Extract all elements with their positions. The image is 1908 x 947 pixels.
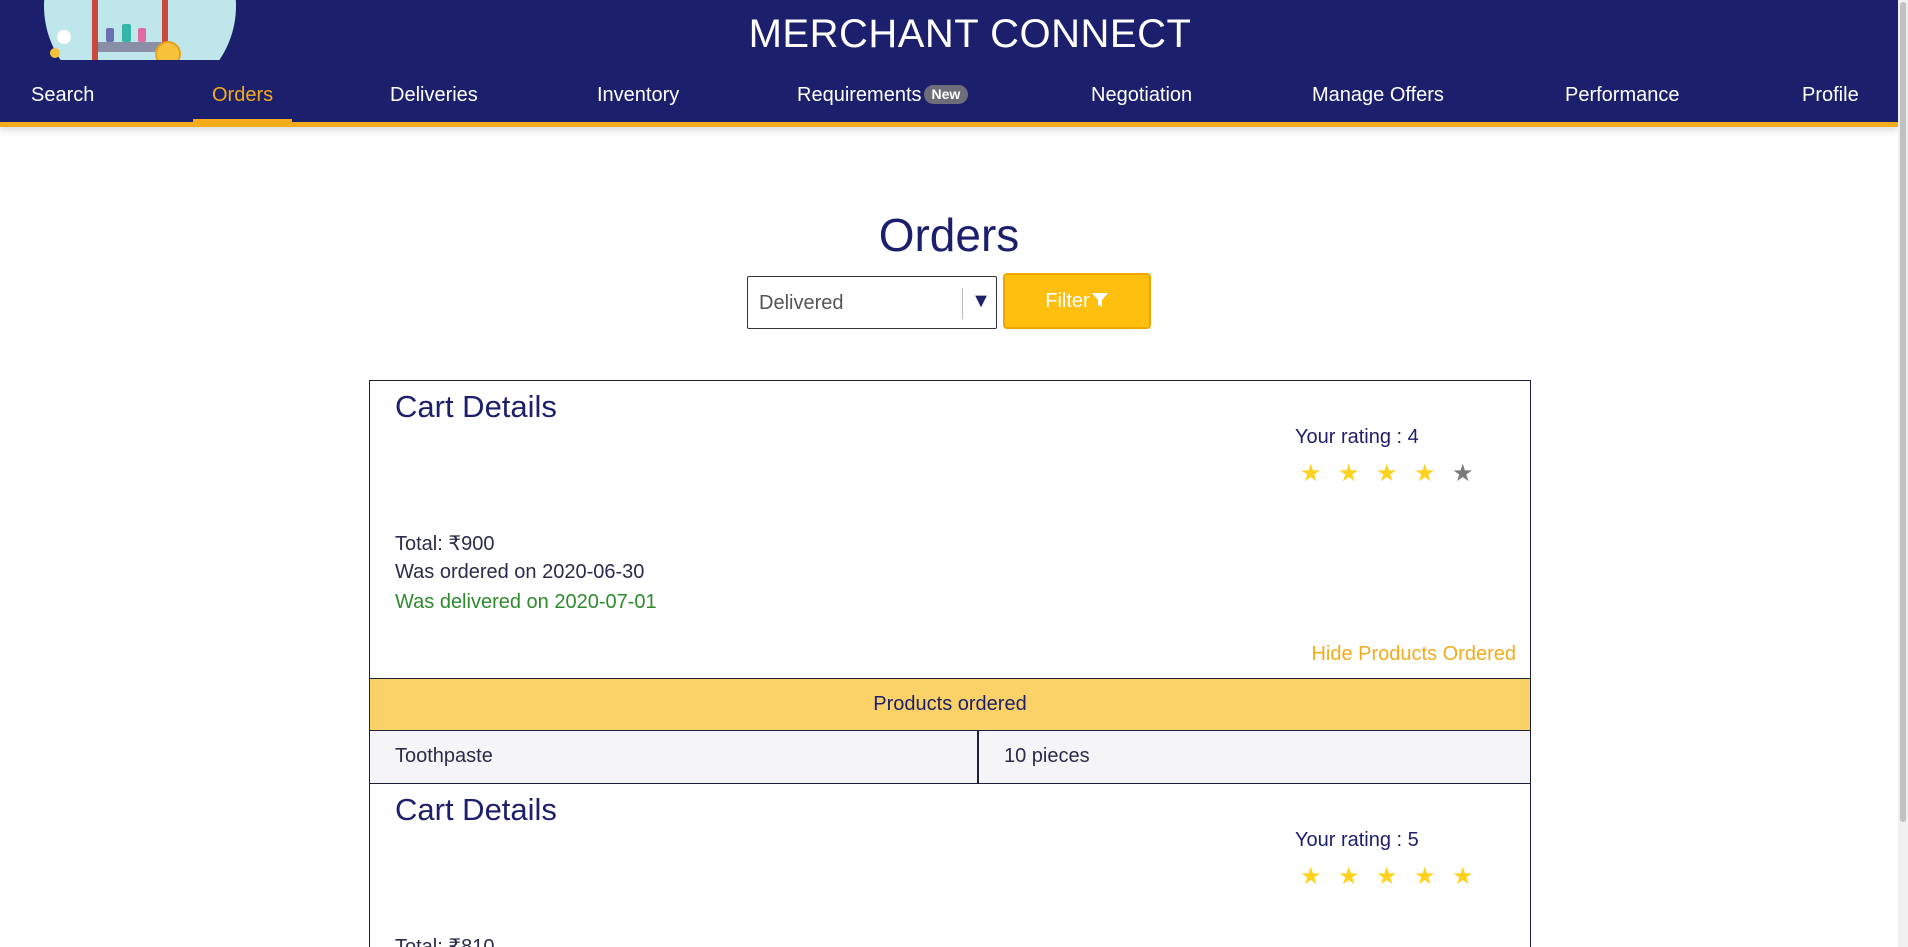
nav-profile[interactable]: Profile — [1802, 80, 1859, 120]
star-rating[interactable]: ★ ★ ★ ★ ★ — [1300, 862, 1490, 891]
star-icon[interactable]: ★ — [1376, 862, 1414, 891]
order-total: Total: ₹810 — [395, 936, 495, 947]
nav-negotiation[interactable]: Negotiation — [1091, 80, 1192, 120]
product-name: Toothpaste — [395, 745, 493, 767]
star-icon[interactable]: ★ — [1452, 862, 1490, 891]
select-divider — [962, 288, 963, 319]
table-row: Toothpaste 10 pieces — [370, 731, 1530, 784]
star-icon[interactable]: ★ — [1452, 459, 1490, 488]
star-icon[interactable]: ★ — [1376, 459, 1414, 488]
star-icon[interactable]: ★ — [1338, 459, 1376, 488]
filter-button-label: Filter — [1045, 290, 1090, 312]
app-title: MERCHANT CONNECT — [748, 12, 1192, 56]
status-filter-select[interactable]: Delivered ▼ — [747, 276, 997, 329]
page-scrollbar[interactable] — [1898, 0, 1908, 947]
rating-label: Your rating : 5 — [1295, 829, 1419, 851]
top-header: MERCHANT CONNECT Search Orders Deliverie… — [0, 0, 1898, 127]
chevron-down-icon: ▼ — [971, 290, 991, 312]
star-icon[interactable]: ★ — [1414, 862, 1452, 891]
nav-deliveries[interactable]: Deliveries — [390, 80, 478, 120]
order-card: Cart Details Your rating : 4 ★ ★ ★ ★ ★ Total… — [369, 380, 1531, 785]
star-icon[interactable]: ★ — [1300, 459, 1338, 488]
rating-label: Your rating : 4 — [1295, 426, 1419, 448]
nav-inventory[interactable]: Inventory — [597, 80, 679, 120]
filter-button[interactable]: Filter — [1003, 273, 1151, 329]
order-date: Was ordered on 2020-06-30 — [395, 561, 645, 583]
status-filter-value: Delivered — [759, 292, 844, 314]
column-divider — [977, 731, 979, 783]
product-quantity: 10 pieces — [1004, 745, 1090, 767]
scrollbar-thumb[interactable] — [1900, 2, 1906, 822]
star-icon[interactable]: ★ — [1338, 862, 1376, 891]
delivery-date: Was delivered on 2020-07-01 — [395, 591, 657, 613]
star-icon[interactable]: ★ — [1414, 459, 1452, 488]
products-table-header: Products ordered — [370, 678, 1530, 731]
hide-products-link[interactable]: Hide Products Ordered — [1311, 643, 1516, 666]
new-badge: New — [923, 85, 969, 104]
order-total: Total: ₹900 — [395, 533, 495, 555]
card-title: Cart Details — [395, 389, 557, 424]
order-card: Cart Details Your rating : 5 ★ ★ ★ ★ ★ Total… — [369, 784, 1531, 947]
star-rating[interactable]: ★ ★ ★ ★ ★ — [1300, 459, 1490, 488]
nav-requirements-label: Requirements — [797, 84, 922, 106]
nav-manage-offers[interactable]: Manage Offers — [1312, 80, 1444, 120]
star-icon[interactable]: ★ — [1300, 862, 1338, 891]
page-title: Orders — [878, 209, 1020, 261]
funnel-icon — [1091, 293, 1108, 307]
nav-orders[interactable]: Orders — [192, 80, 293, 122]
card-title: Cart Details — [395, 792, 557, 827]
main-nav: Search Orders Deliveries Inventory Requi… — [0, 78, 1898, 124]
nav-search[interactable]: Search — [31, 80, 94, 120]
nav-requirements[interactable]: Requirements New — [797, 80, 969, 120]
nav-performance[interactable]: Performance — [1565, 80, 1680, 120]
